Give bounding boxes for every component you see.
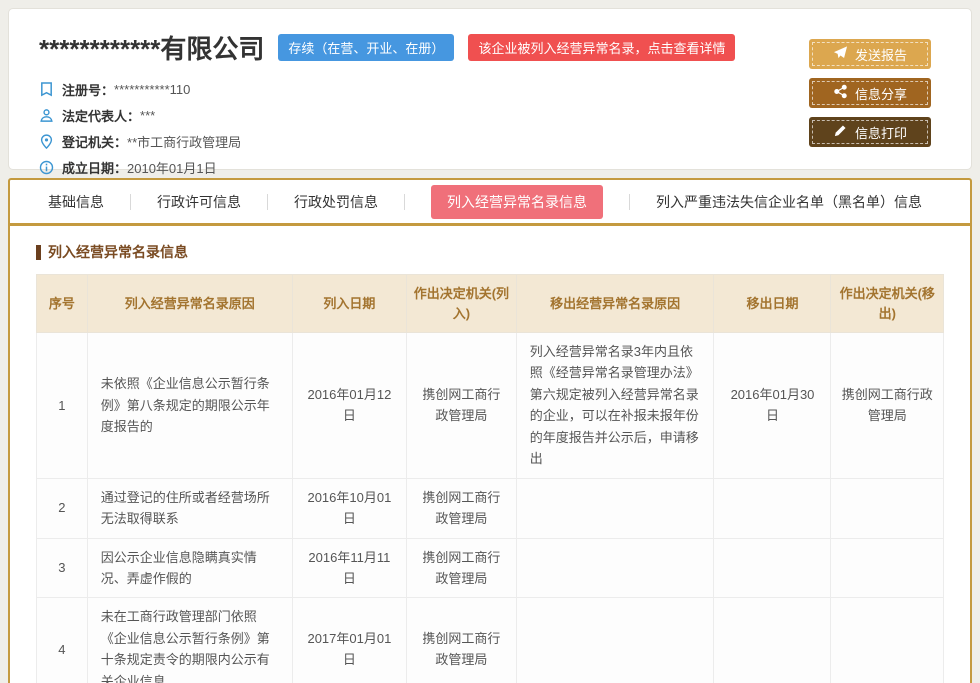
cell-index: 3: [37, 538, 88, 598]
col-header-index: 序号: [37, 275, 88, 333]
field-value: 2010年01月1日: [127, 158, 217, 177]
field-label: 登记机关：: [62, 132, 127, 151]
section-marker: [36, 245, 41, 260]
table-row: 4 未在工商行政管理部门依照《企业信息公示暂行条例》第十条规定责令的期限内公示有…: [37, 598, 944, 683]
location-icon: [39, 134, 54, 149]
abnormal-operations-table: 序号 列入经营异常名录原因 列入日期 作出决定机关(列入) 移出经营异常名录原因…: [36, 274, 944, 683]
col-header-inclusion-date: 列入日期: [292, 275, 406, 333]
table-row: 3 因公示企业信息隐瞒真实情况、弄虚作假的 2016年11月11日 携创网工商行…: [37, 538, 944, 598]
cell-removal-authority: 携创网工商行政管理局: [831, 333, 944, 479]
cell-inclusion-authority: 携创网工商行政管理局: [407, 333, 517, 479]
cell-inclusion-reason: 未依照《企业信息公示暂行条例》第八条规定的期限公示年度报告的: [87, 333, 292, 479]
registration-authority-line: 登记机关： **市工商行政管理局: [39, 128, 941, 154]
field-label: 成立日期：: [62, 158, 127, 177]
pencil-icon: [833, 123, 848, 141]
establishment-date-line: 成立日期： 2010年01月1日: [39, 154, 941, 180]
field-value: **市工商行政管理局: [127, 132, 241, 151]
cell-inclusion-date: 2016年10月01日: [292, 478, 406, 538]
tab-blacklist[interactable]: 列入严重违法失信企业名单（黑名单）信息: [656, 185, 922, 219]
col-header-inclusion-reason: 列入经营异常名录原因: [87, 275, 292, 333]
cell-removal-reason: 列入经营异常名录3年内且依照《经营异常名录管理办法》第六规定被列入经营异常名录的…: [516, 333, 714, 479]
tab-basic-info[interactable]: 基础信息: [48, 185, 104, 219]
cell-inclusion-authority: 携创网工商行政管理局: [407, 538, 517, 598]
tab-administrative-license[interactable]: 行政许可信息: [157, 185, 241, 219]
cell-removal-date: [714, 538, 831, 598]
cell-removal-reason: [516, 478, 714, 538]
field-value: ***: [140, 108, 155, 123]
cell-index: 2: [37, 478, 88, 538]
col-header-removal-authority: 作出决定机关(移出): [831, 275, 944, 333]
table-row: 1 未依照《企业信息公示暂行条例》第八条规定的期限公示年度报告的 2016年01…: [37, 333, 944, 479]
section-title: 列入经营异常名录信息: [36, 242, 944, 262]
share-info-button[interactable]: 信息分享: [809, 78, 931, 108]
cell-removal-reason: [516, 598, 714, 683]
cell-removal-date: [714, 598, 831, 683]
cell-inclusion-reason: 通过登记的住所或者经营场所无法取得联系: [87, 478, 292, 538]
cell-index: 1: [37, 333, 88, 479]
print-info-button[interactable]: 信息打印: [809, 117, 931, 147]
tab-divider: [130, 194, 131, 210]
field-label: 注册号：: [62, 80, 114, 99]
company-name: ************有限公司: [39, 29, 264, 66]
info-icon: [39, 160, 54, 175]
tab-abnormal-operations[interactable]: 列入经营异常名录信息: [431, 185, 603, 219]
tab-divider: [404, 194, 405, 210]
col-header-removal-date: 移出日期: [714, 275, 831, 333]
cell-removal-date: 2016年01月30日: [714, 333, 831, 479]
cell-inclusion-reason: 因公示企业信息隐瞒真实情况、弄虚作假的: [87, 538, 292, 598]
detail-panel: 基础信息 行政许可信息 行政处罚信息 列入经营异常名录信息 列入严重违法失信企业…: [8, 178, 972, 683]
legal-representative-line: 法定代表人： ***: [39, 102, 941, 128]
cell-removal-reason: [516, 538, 714, 598]
tab-administrative-penalty[interactable]: 行政处罚信息: [294, 185, 378, 219]
table-row: 2 通过登记的住所或者经营场所无法取得联系 2016年10月01日 携创网工商行…: [37, 478, 944, 538]
cell-inclusion-reason: 未在工商行政管理部门依照《企业信息公示暂行条例》第十条规定责令的期限内公示有关企…: [87, 598, 292, 683]
certificate-icon: [39, 82, 54, 97]
cell-removal-authority: [831, 538, 944, 598]
cell-removal-authority: [831, 478, 944, 538]
person-icon: [39, 108, 54, 123]
tab-content: 列入经营异常名录信息 序号 列入经营异常名录原因 列入日期 作出决定机关(列入)…: [10, 226, 970, 683]
tab-bar: 基础信息 行政许可信息 行政处罚信息 列入经营异常名录信息 列入严重违法失信企业…: [10, 180, 970, 226]
cell-index: 4: [37, 598, 88, 683]
action-label: 发送报告: [855, 45, 907, 64]
title-row: ************有限公司 存续（在营、开业、在册） 该企业被列入经营异常…: [39, 29, 941, 66]
field-label: 法定代表人：: [62, 106, 140, 125]
registration-number-line: 注册号： ***********110: [39, 76, 941, 102]
action-label: 信息打印: [855, 123, 907, 142]
status-badge: 存续（在营、开业、在册）: [278, 34, 454, 61]
cell-inclusion-authority: 携创网工商行政管理局: [407, 478, 517, 538]
action-label: 信息分享: [855, 84, 907, 103]
section-title-text: 列入经营异常名录信息: [48, 242, 188, 262]
col-header-removal-reason: 移出经营异常名录原因: [516, 275, 714, 333]
company-header-card: ************有限公司 存续（在营、开业、在册） 该企业被列入经营异常…: [8, 8, 972, 170]
share-icon: [833, 84, 848, 102]
cell-inclusion-authority: 携创网工商行政管理局: [407, 598, 517, 683]
cell-removal-authority: [831, 598, 944, 683]
cell-removal-date: [714, 478, 831, 538]
table-header-row: 序号 列入经营异常名录原因 列入日期 作出决定机关(列入) 移出经营异常名录原因…: [37, 275, 944, 333]
action-buttons: 发送报告 信息分享 信息打印: [809, 39, 931, 156]
send-report-button[interactable]: 发送报告: [809, 39, 931, 69]
col-header-inclusion-authority: 作出决定机关(列入): [407, 275, 517, 333]
tab-divider: [267, 194, 268, 210]
field-value: ***********110: [114, 82, 190, 97]
abnormal-warning-badge[interactable]: 该企业被列入经营异常名录，点击查看详情: [468, 34, 735, 61]
cell-inclusion-date: 2017年01月01日: [292, 598, 406, 683]
company-info-list: 注册号： ***********110 法定代表人： *** 登记机关： **市…: [39, 76, 941, 180]
cell-inclusion-date: 2016年11月11日: [292, 538, 406, 598]
cell-inclusion-date: 2016年01月12日: [292, 333, 406, 479]
paper-plane-icon: [833, 45, 848, 63]
tab-divider: [629, 194, 630, 210]
